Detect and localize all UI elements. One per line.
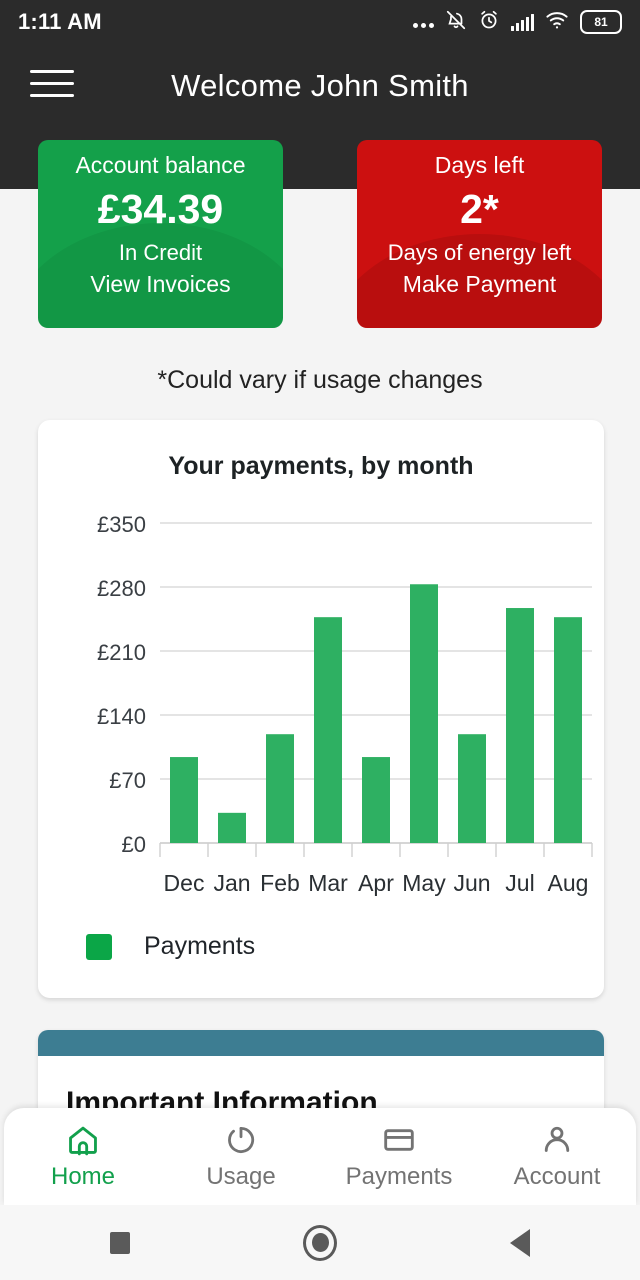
days-card-status: Days of energy left xyxy=(387,240,572,265)
view-invoices-link[interactable]: View Invoices xyxy=(38,268,283,300)
nav-label-payments: Payments xyxy=(345,1163,453,1190)
status-icons: 81 xyxy=(412,9,622,36)
nav-item-home[interactable]: Home xyxy=(4,1122,162,1191)
nav-item-payments[interactable]: Payments xyxy=(320,1122,478,1191)
balance-card-title: Account balance xyxy=(75,152,246,178)
balance-status: In Credit xyxy=(118,240,203,265)
home-icon xyxy=(66,1122,100,1158)
phone-screen: 1:11 AM 81 Welcome John Smith Account ba… xyxy=(0,0,640,1280)
svg-text:May: May xyxy=(402,870,446,896)
days-card-title: Days left xyxy=(434,152,525,178)
recents-button[interactable] xyxy=(20,1231,220,1254)
info-card-header-bar xyxy=(38,1030,604,1056)
alarm-icon xyxy=(478,9,500,36)
svg-text:Feb: Feb xyxy=(260,870,300,896)
svg-text:£70: £70 xyxy=(109,768,146,793)
nav-label-usage: Usage xyxy=(206,1163,276,1190)
nav-item-account[interactable]: Account xyxy=(478,1122,636,1191)
legend-label-payments: Payments xyxy=(144,932,256,960)
status-bar: 1:11 AM 81 xyxy=(0,0,640,44)
svg-text:Mar: Mar xyxy=(308,870,348,896)
svg-text:£280: £280 xyxy=(97,576,146,601)
summary-cards: Account balance £34.39 In Credit View In… xyxy=(0,140,640,335)
bell-muted-icon xyxy=(445,9,467,36)
page-title: Welcome John Smith xyxy=(171,68,469,103)
circle-icon xyxy=(303,1224,337,1261)
nav-label-account: Account xyxy=(513,1163,601,1190)
signal-icon xyxy=(510,13,534,31)
nav-label-home: Home xyxy=(50,1163,116,1190)
days-left-value: 2* xyxy=(460,186,499,232)
nav-item-usage[interactable]: Usage xyxy=(162,1122,320,1191)
svg-text:Aug: Aug xyxy=(548,870,589,896)
battery-level: 81 xyxy=(594,15,608,29)
svg-text:Jan: Jan xyxy=(213,870,250,896)
balance-amount: £34.39 xyxy=(97,186,224,232)
svg-text:Dec: Dec xyxy=(164,870,205,896)
svg-text:£350: £350 xyxy=(97,512,146,537)
make-payment-link[interactable]: Make Payment xyxy=(357,268,602,300)
system-navigation-bar xyxy=(0,1205,640,1280)
svg-text:£210: £210 xyxy=(97,640,146,665)
usage-footnote: *Could vary if usage changes xyxy=(157,366,483,394)
home-button[interactable] xyxy=(220,1224,420,1261)
person-icon xyxy=(540,1122,574,1158)
payments-chart-card: Your payments, by month £0 £70 £140 £210 £28… xyxy=(38,420,604,998)
chart-legend: Payments xyxy=(86,932,255,961)
credit-card-icon xyxy=(382,1122,416,1158)
svg-text:Jun: Jun xyxy=(453,870,490,896)
square-icon xyxy=(110,1231,130,1254)
svg-text:Apr: Apr xyxy=(358,870,394,896)
account-balance-card[interactable]: Account balance £34.39 In Credit View In… xyxy=(38,140,283,328)
legend-swatch-payments xyxy=(86,933,112,960)
battery-icon: 81 xyxy=(580,10,622,34)
triangle-back-icon xyxy=(510,1228,530,1257)
gauge-icon xyxy=(225,1122,257,1158)
back-button[interactable] xyxy=(420,1228,620,1257)
wifi-icon xyxy=(545,10,569,35)
payments-bar-chart[interactable]: £0 £70 £140 £210 £280 £350 Dec Jan Feb Mar Apr May J… xyxy=(38,495,604,915)
bottom-navigation: Home Usage Payments Account xyxy=(4,1108,636,1205)
svg-text:£0: £0 xyxy=(122,832,146,857)
svg-text:Jul: Jul xyxy=(505,870,534,896)
svg-text:£140: £140 xyxy=(97,704,146,729)
chart-title: Your payments, by month xyxy=(168,452,474,480)
more-dots-icon xyxy=(412,12,434,32)
status-time: 1:11 AM xyxy=(18,9,102,34)
days-left-card[interactable]: Days left 2* Days of energy left Make Pa… xyxy=(357,140,602,328)
